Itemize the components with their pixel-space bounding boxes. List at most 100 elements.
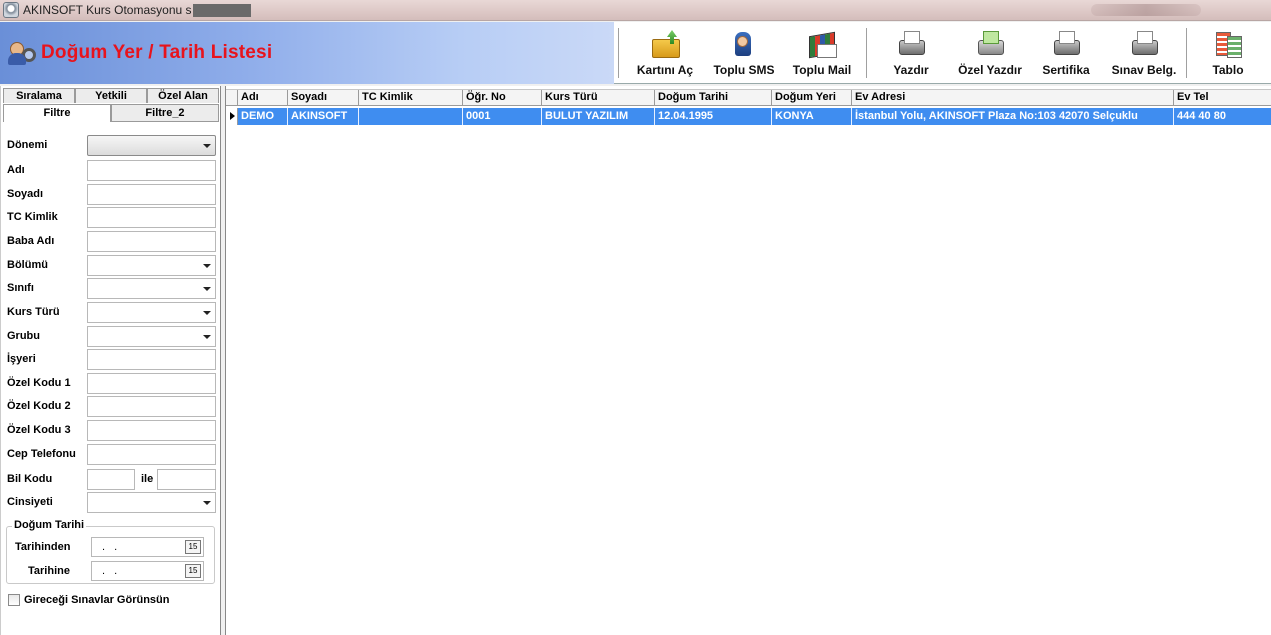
open-card-button[interactable]: Kartını Aç: [622, 22, 708, 84]
window-title: AKINSOFT Kurs Otomasyonu s: [23, 3, 192, 17]
cell-home-phone[interactable]: 444 40 80: [1174, 108, 1271, 125]
date-to-row: Tarihine . . 15: [15, 561, 210, 581]
tab-filter-2[interactable]: Filtre_2: [111, 104, 219, 122]
bulk-sms-button[interactable]: Toplu SMS: [708, 22, 780, 84]
department-label: Bölümü: [7, 259, 48, 271]
tc-id-input[interactable]: [87, 206, 216, 228]
date-to-label: Tarihine: [28, 565, 70, 577]
cell-name[interactable]: DEMO: [238, 108, 288, 125]
column-header-course-type[interactable]: Kurs Türü: [542, 90, 655, 106]
custom-code-3-label: Özel Kodu 3: [7, 424, 71, 436]
table-button[interactable]: Tablo: [1190, 22, 1266, 84]
cell-birth-date[interactable]: 12.04.1995: [655, 108, 772, 125]
row-indicator-icon: [226, 108, 238, 125]
custom-code-1-row: Özel Kodu 1: [7, 372, 217, 394]
bil-code-from-input[interactable]: [87, 468, 135, 490]
tc-id-label: TC Kimlik: [7, 211, 58, 223]
date-to-input[interactable]: . . 15: [91, 561, 204, 581]
toolbar-separator: [618, 28, 620, 78]
father-name-row: Baba Adı: [7, 230, 217, 252]
period-label: Dönemi: [7, 139, 48, 151]
filter-panel: Sıralama Yetkili Özel Alan Filtre Filtre…: [0, 86, 221, 635]
cell-student-no[interactable]: 0001: [463, 108, 542, 125]
date-from-row: Tarihinden . . 15: [15, 537, 210, 557]
class-label: Sınıfı: [7, 282, 34, 294]
show-exams-checkbox[interactable]: [8, 594, 20, 606]
workplace-row: İşyeri: [7, 348, 217, 370]
redacted-text: [192, 3, 251, 17]
print-label: Yazdır: [893, 63, 929, 77]
father-name-label: Baba Adı: [7, 235, 55, 247]
course-type-select[interactable]: [87, 301, 216, 323]
table-label: Tablo: [1212, 63, 1244, 77]
range-separator-label: ile: [141, 473, 154, 485]
column-header-home-phone[interactable]: Ev Tel: [1174, 90, 1271, 106]
gender-label: Cinsiyeti: [7, 496, 53, 508]
column-header-birth-place[interactable]: Doğum Yeri: [772, 90, 852, 106]
surname-input[interactable]: [87, 183, 216, 205]
tab-sorting[interactable]: Sıralama: [3, 88, 75, 103]
course-type-row: Kurs Türü: [7, 301, 217, 323]
chevron-down-icon: [203, 500, 211, 505]
certificate-print-icon: [1051, 30, 1081, 58]
name-input[interactable]: [87, 159, 216, 181]
column-header-home-address[interactable]: Ev Adresi: [852, 90, 1174, 106]
print-button[interactable]: Yazdır: [870, 22, 952, 84]
course-type-label: Kurs Türü: [7, 306, 60, 318]
father-name-input[interactable]: [87, 230, 216, 252]
calendar-icon[interactable]: 15: [185, 540, 201, 554]
exam-document-button[interactable]: Sınav Belg.: [1104, 22, 1184, 84]
bulk-mail-button[interactable]: Toplu Mail: [780, 22, 864, 84]
birth-date-group: Doğum Tarihi Tarihinden . . 15 Tarihine …: [6, 519, 215, 584]
calendar-icon[interactable]: 15: [185, 564, 201, 578]
cell-course-type[interactable]: BULUT YAZILIM: [542, 108, 655, 125]
custom-code-2-input[interactable]: [87, 395, 216, 417]
chevron-down-icon: [203, 310, 211, 315]
date-from-input[interactable]: . . 15: [91, 537, 204, 557]
bil-code-to-input[interactable]: [157, 468, 216, 490]
certificate-button[interactable]: Sertifika: [1028, 22, 1104, 84]
mobile-phone-label: Cep Telefonu: [7, 448, 76, 460]
cell-birth-place[interactable]: KONYA: [772, 108, 852, 125]
chevron-down-icon: [203, 334, 211, 339]
tab-custom-field[interactable]: Özel Alan: [147, 88, 219, 103]
custom-print-button[interactable]: Özel Yazdır: [952, 22, 1028, 84]
birth-date-legend: Doğum Tarihi: [12, 519, 87, 531]
printer-icon: [896, 30, 926, 58]
period-row: Dönemi: [7, 134, 217, 156]
grid-header: Adı Soyadı TC Kimlik Öğr. No Kurs Türü D…: [226, 89, 1271, 106]
mail-icon: [807, 30, 837, 58]
gender-row: Cinsiyeti: [7, 491, 217, 513]
name-label: Adı: [7, 164, 25, 176]
custom-code-2-label: Özel Kodu 2: [7, 400, 71, 412]
show-exams-label: Gireceği Sınavlar Görünsün: [24, 594, 170, 606]
group-select[interactable]: [87, 325, 216, 347]
gender-select[interactable]: [87, 491, 216, 513]
exam-document-label: Sınav Belg.: [1111, 63, 1177, 77]
column-header-tc-id[interactable]: TC Kimlik: [359, 90, 463, 106]
mobile-phone-input[interactable]: [87, 443, 216, 465]
table-icon: [1213, 30, 1243, 58]
period-select[interactable]: [87, 134, 216, 156]
results-grid: Adı Soyadı TC Kimlik Öğr. No Kurs Türü D…: [225, 86, 1271, 635]
class-select[interactable]: [87, 277, 216, 299]
filter-tabs-row1: Sıralama Yetkili Özel Alan: [3, 88, 219, 103]
department-select[interactable]: [87, 254, 216, 276]
custom-code-1-input[interactable]: [87, 372, 216, 394]
custom-code-3-row: Özel Kodu 3: [7, 419, 217, 441]
column-header-surname[interactable]: Soyadı: [288, 90, 359, 106]
open-card-label: Kartını Aç: [636, 63, 694, 77]
show-exams-row[interactable]: Gireceği Sınavlar Görünsün: [8, 594, 170, 606]
table-row[interactable]: DEMO AKINSOFT 0001 BULUT YAZILIM 12.04.1…: [226, 108, 1271, 125]
cell-tc-id[interactable]: [359, 108, 463, 125]
column-header-birth-date[interactable]: Doğum Tarihi: [655, 90, 772, 106]
column-header-name[interactable]: Adı: [238, 90, 288, 106]
column-header-student-no[interactable]: Öğr. No: [463, 90, 542, 106]
tab-filter[interactable]: Filtre: [3, 104, 111, 122]
folder-open-icon: [650, 30, 680, 58]
cell-home-address[interactable]: İstanbul Yolu, AKINSOFT Plaza No:103 420…: [852, 108, 1174, 125]
workplace-input[interactable]: [87, 348, 216, 370]
cell-surname[interactable]: AKINSOFT: [288, 108, 359, 125]
tab-authorized[interactable]: Yetkili: [75, 88, 147, 103]
custom-code-3-input[interactable]: [87, 419, 216, 441]
